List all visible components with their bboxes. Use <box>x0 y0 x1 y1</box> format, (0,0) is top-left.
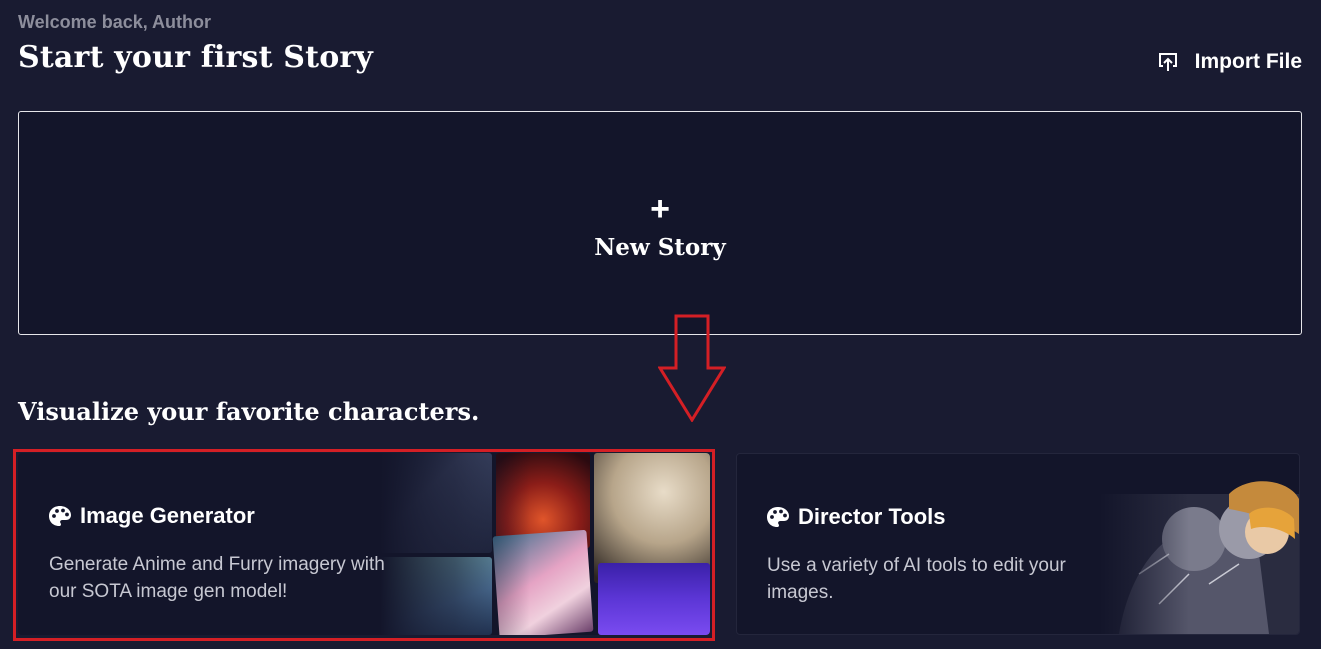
page-title: Start your first Story <box>18 40 374 75</box>
director-tools-title-row: Director Tools <box>766 504 946 530</box>
import-file-button[interactable]: Import File <box>1157 50 1302 74</box>
director-tools-card[interactable]: Director Tools Use a variety of AI tools… <box>736 453 1300 635</box>
welcome-text: Welcome back, Author <box>18 12 212 32</box>
image-generator-title: Image Generator <box>80 503 255 528</box>
down-arrow-annotation <box>658 314 726 422</box>
new-story-button[interactable]: + New Story <box>18 111 1302 335</box>
image-generator-description: Generate Anime and Furry imagery with ou… <box>49 554 385 602</box>
section-title: Visualize your favorite characters. <box>18 397 480 426</box>
upload-icon <box>1158 53 1177 71</box>
director-tools-title: Director Tools <box>798 504 946 529</box>
plus-icon: + <box>650 189 670 228</box>
page: Welcome back, Author Start your first St… <box>0 0 1321 649</box>
image-generator-artwork <box>380 453 710 635</box>
palette-icon <box>49 506 71 526</box>
image-generator-card[interactable]: Image Generator Generate Anime and Furry… <box>18 453 710 635</box>
image-generator-title-row: Image Generator <box>48 503 255 529</box>
palette-icon <box>767 507 789 527</box>
director-tools-description: Use a variety of AI tools to edit your i… <box>767 555 1066 603</box>
new-story-label: New Story <box>594 233 726 261</box>
import-file-label: Import File <box>1194 50 1302 73</box>
director-tools-artwork <box>1099 454 1299 634</box>
